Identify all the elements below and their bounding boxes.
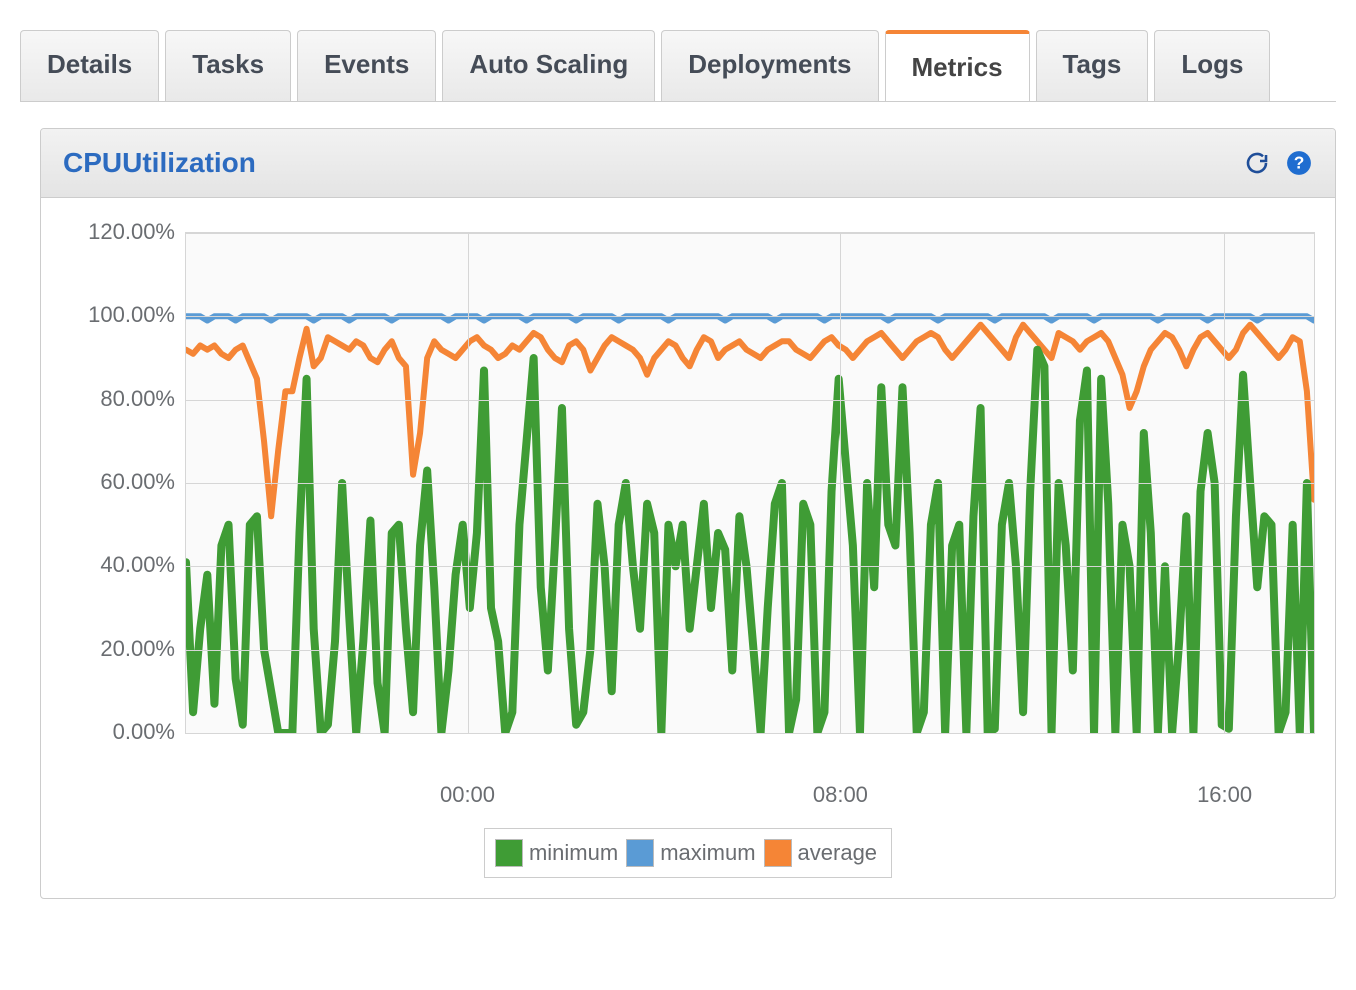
tab-logs[interactable]: Logs [1154, 30, 1270, 101]
legend-swatch-min[interactable] [495, 839, 523, 867]
y-tick-label: 100.00% [41, 302, 175, 328]
panel-title: CPUUtilization [63, 147, 256, 179]
legend-swatch-max[interactable] [626, 839, 654, 867]
chart-legend: minimum maximum average [484, 828, 892, 878]
help-icon[interactable]: ? [1285, 149, 1313, 177]
tab-tags[interactable]: Tags [1036, 30, 1149, 101]
tab-deployments[interactable]: Deployments [661, 30, 878, 101]
legend-label-min: minimum [527, 840, 622, 866]
x-tick-label: 08:00 [813, 782, 868, 808]
tab-tasks[interactable]: Tasks [165, 30, 291, 101]
refresh-icon[interactable] [1243, 149, 1271, 177]
metrics-panel: CPUUtilization ? 0.00% 20.00% 40.00% 60.00%… [40, 128, 1336, 899]
svg-text:?: ? [1294, 152, 1305, 172]
y-tick-label: 40.00% [41, 552, 175, 578]
legend-label-max: maximum [658, 840, 759, 866]
y-tick-label: 120.00% [41, 219, 175, 245]
x-tick-label: 00:00 [440, 782, 495, 808]
tabs-bar: DetailsTasksEventsAuto ScalingDeployment… [0, 0, 1356, 101]
series-minimum [186, 350, 1314, 733]
tab-metrics[interactable]: Metrics [885, 30, 1030, 101]
x-tick-label: 16:00 [1197, 782, 1252, 808]
tab-details[interactable]: Details [20, 30, 159, 101]
legend-swatch-avg[interactable] [764, 839, 792, 867]
y-tick-label: 0.00% [41, 719, 175, 745]
chart-plot [185, 232, 1315, 734]
chart-area: 0.00% 20.00% 40.00% 60.00% 80.00% 100.00% 120.… [41, 198, 1335, 776]
tab-content: CPUUtilization ? 0.00% 20.00% 40.00% 60.00%… [20, 101, 1336, 899]
y-tick-label: 20.00% [41, 636, 175, 662]
y-tick-label: 80.00% [41, 386, 175, 412]
panel-actions: ? [1243, 149, 1313, 177]
tab-events[interactable]: Events [297, 30, 436, 101]
legend-label-avg: average [796, 840, 882, 866]
y-tick-label: 60.00% [41, 469, 175, 495]
tab-auto-scaling[interactable]: Auto Scaling [442, 30, 655, 101]
panel-header: CPUUtilization ? [41, 129, 1335, 198]
